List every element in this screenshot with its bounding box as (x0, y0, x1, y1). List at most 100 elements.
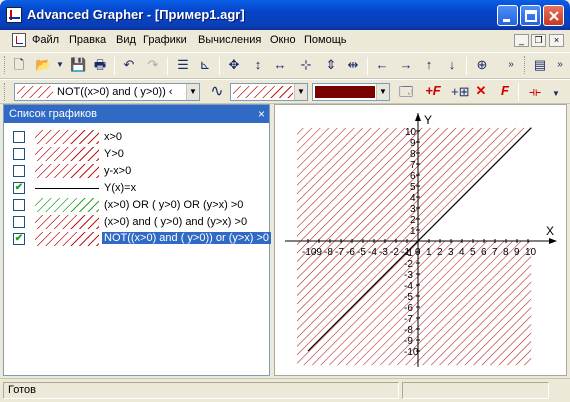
y-tick-label: -10 (404, 347, 419, 358)
y-tick-label: 2 (410, 215, 416, 226)
main-toolbar: 🗋 📂 ▼ 💾 🖶 ↶ ↷ ☰ ⊾ ✥ ↕ ↔ ⊹ ⇕ ⇹ ← → ↑ ↓ ⊕ … (0, 52, 570, 79)
graph-list-icon[interactable]: ☰ (175, 57, 191, 73)
chevron-down-icon[interactable]: ▼ (294, 84, 307, 100)
mdi-restore-button[interactable]: ❐ (531, 34, 546, 47)
graph-label: y-x>0 (104, 165, 132, 177)
arrow-up-icon[interactable]: ↑ (421, 57, 437, 73)
close-window-button[interactable] (543, 5, 564, 26)
title-bar[interactable]: Advanced Grapher - [Пример1.agr] (0, 0, 570, 30)
new-file-icon[interactable]: 🗋 (11, 57, 27, 73)
menu-edit[interactable]: Правка (69, 34, 106, 46)
x-tick-label: -8 (324, 247, 333, 258)
mdi-close-button[interactable]: × (549, 34, 564, 47)
graph-visible-checkbox[interactable] (13, 148, 25, 160)
graph-list-item[interactable]: ✔ NOT((x>0) and ( y>0)) or (y>x) >0 (4, 231, 272, 247)
zoom-out-horizontal-icon[interactable]: ⇹ (345, 57, 361, 73)
arrow-right-icon[interactable]: → (398, 57, 414, 73)
move-icon[interactable]: ✥ (226, 57, 242, 73)
document-icon[interactable] (12, 33, 26, 47)
close-icon[interactable]: × (258, 107, 265, 121)
toolbar-grip[interactable] (4, 56, 7, 74)
graph-visible-checkbox[interactable] (13, 199, 25, 211)
graph-list-item[interactable]: ✔ Y(x)=x (4, 180, 269, 196)
open-dropdown-icon[interactable]: ▼ (52, 57, 68, 73)
properties-icon[interactable]: 🗔 (398, 84, 414, 100)
arrow-left-icon[interactable]: ← (374, 57, 390, 73)
x-tick-label: -6 (346, 247, 355, 258)
menu-help[interactable]: Помощь (304, 34, 347, 46)
y-tick-label: -4 (404, 281, 413, 292)
status-cell-main: Готов (3, 382, 399, 399)
color-combo[interactable]: ▼ (312, 83, 390, 101)
y-tick-label: 6 (410, 171, 416, 182)
graph-style-swatch (35, 130, 99, 144)
graph-list-item[interactable]: (x>0) and ( y>0) and (y>x) >0 (4, 214, 269, 230)
graph-label: NOT((x>0) and ( y>0)) or (y>x) >0 (102, 232, 272, 244)
print-icon[interactable]: 🖶 (92, 57, 108, 73)
graph-visible-checkbox[interactable]: ✔ (13, 182, 25, 194)
intersection-icon[interactable]: ⟛ (527, 84, 543, 100)
x-tick-label: 1 (426, 247, 432, 258)
toolbar-overflow-icon[interactable]: » (503, 57, 519, 73)
redo-icon[interactable]: ↷ (145, 57, 161, 73)
edit-function-icon[interactable]: F (497, 83, 513, 99)
menu-calculations[interactable]: Вычисления (198, 34, 261, 46)
fill-style-combo[interactable]: ▼ (230, 83, 308, 101)
menu-graphs[interactable]: Графики (143, 34, 187, 46)
x-axis-arrow (549, 238, 557, 244)
graph-list-item[interactable]: (x>0) OR ( y>0) OR (y>x) >0 (4, 197, 269, 213)
graph-style-swatch (35, 147, 99, 161)
graph-area[interactable]: XY-10-9-8-7-6-5-4-3-2-101234567891010987… (274, 104, 567, 376)
arrow-down-icon[interactable]: ↓ (444, 57, 460, 73)
chevron-down-icon[interactable]: ▼ (376, 84, 389, 100)
graph-visible-checkbox[interactable] (13, 165, 25, 177)
menu-view[interactable]: Вид (116, 34, 136, 46)
x-tick-label: -2 (390, 247, 399, 258)
zoom-out-vertical-icon[interactable]: ⇕ (323, 57, 339, 73)
y-tick-label: 5 (410, 182, 416, 193)
x-tick-label: -3 (379, 247, 388, 258)
center-icon[interactable]: ⊕ (474, 57, 490, 73)
toolbar-grip[interactable] (524, 56, 527, 74)
menu-window[interactable]: Окно (270, 34, 296, 46)
x-tick-label: 5 (470, 247, 476, 258)
x-tick-label: -7 (335, 247, 344, 258)
zoom-vertical-icon[interactable]: ↕ (250, 57, 266, 73)
open-folder-icon[interactable]: 📂 (35, 57, 51, 73)
chevron-down-icon[interactable]: ▼ (186, 84, 199, 100)
add-table-icon[interactable]: +⊞ (451, 84, 469, 100)
app-icon[interactable] (6, 7, 22, 23)
graph-list-item[interactable]: Y>0 (4, 146, 269, 162)
zoom-horizontal-icon[interactable]: ↔ (272, 57, 288, 73)
mdi-minimize-button[interactable]: _ (514, 34, 529, 47)
minimize-button[interactable] (497, 5, 518, 26)
axes-icon[interactable]: ⊾ (197, 57, 213, 73)
calculator-icon[interactable]: ▤ (532, 57, 548, 73)
toolbar-grip[interactable] (4, 83, 7, 101)
zoom-in-icon[interactable]: ⊹ (298, 57, 314, 73)
y-tick-label: -2 (404, 259, 413, 270)
graph-label: (x>0) OR ( y>0) OR (y>x) >0 (104, 199, 244, 211)
menu-bar: Файл Правка Вид Графики Вычисления Окно … (0, 30, 570, 51)
save-icon[interactable]: 💾 (70, 57, 86, 73)
chevron-down-icon[interactable]: ▼ (548, 86, 564, 102)
graph-list-panel: Список графиков × x>0 Y>0 y-x>0 ✔ Y(x)=x (x>0… (3, 104, 272, 376)
graph-visible-checkbox[interactable] (13, 216, 25, 228)
undo-icon[interactable]: ↶ (121, 57, 137, 73)
graph-select-combo[interactable]: NOT((x>0) and ( y>0)) ‹ ▼ (14, 83, 200, 101)
plot-canvas[interactable]: XY-10-9-8-7-6-5-4-3-2-101234567891010987… (275, 105, 566, 375)
x-tick-label: 3 (448, 247, 454, 258)
graph-list-item[interactable]: x>0 (4, 129, 269, 145)
y-tick-label: 8 (410, 149, 416, 160)
toolbar-overflow-icon[interactable]: » (552, 57, 568, 73)
y-tick-label: 3 (410, 204, 416, 215)
line-style-icon[interactable]: ∿ (209, 84, 225, 100)
graph-visible-checkbox[interactable] (13, 131, 25, 143)
graph-visible-checkbox[interactable]: ✔ (13, 233, 25, 245)
delete-icon[interactable]: ✕ (473, 83, 489, 99)
add-function-icon[interactable]: +F (425, 83, 441, 99)
x-tick-label: 10 (525, 247, 537, 258)
graph-list-item[interactable]: y-x>0 (4, 163, 269, 179)
maximize-button[interactable] (520, 5, 541, 26)
menu-file[interactable]: Файл (32, 34, 59, 46)
